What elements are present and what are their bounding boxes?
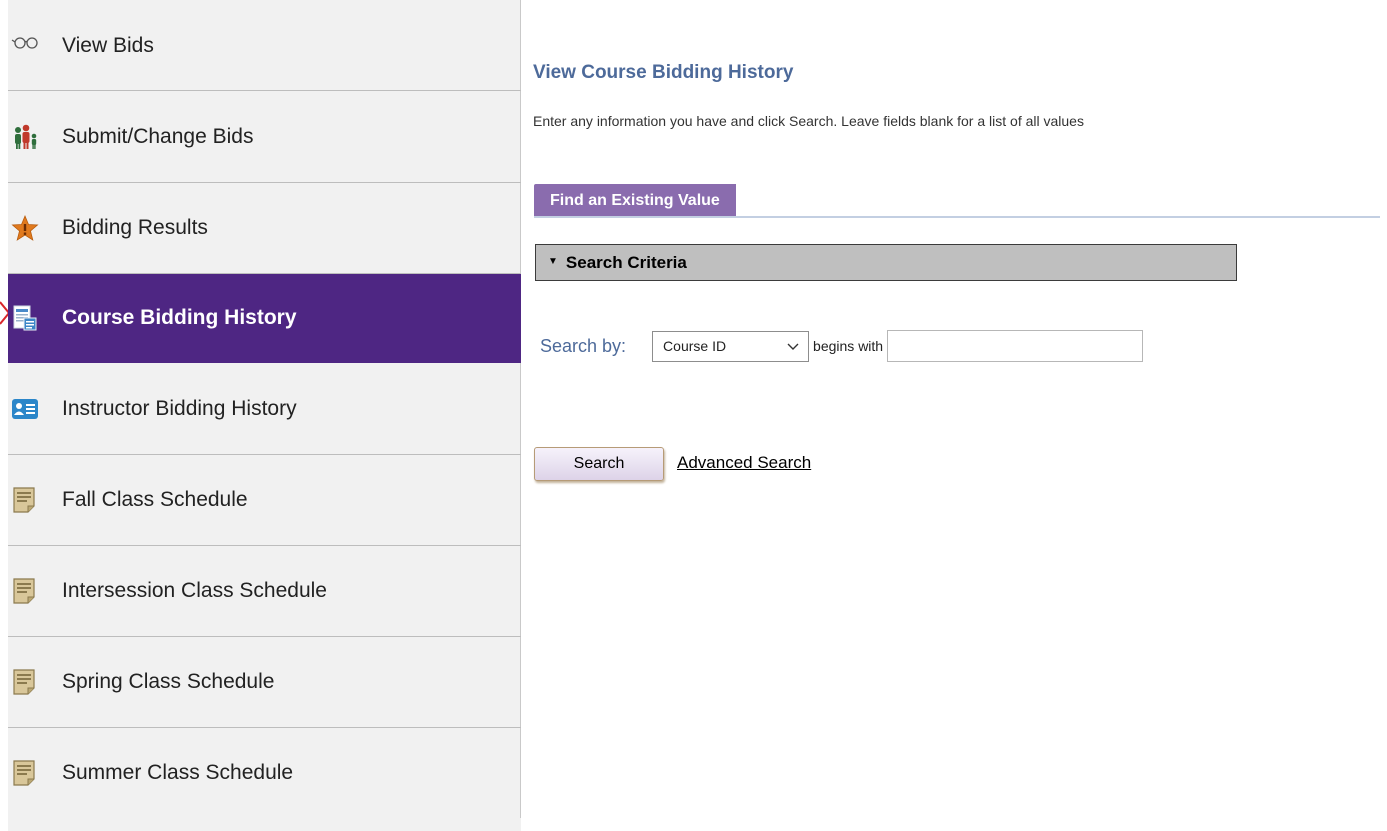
- search-input[interactable]: [887, 330, 1144, 362]
- sidebar-item-label: Summer Class Schedule: [62, 761, 294, 784]
- page: View Bids Submit/Change Bids Bidding Res…: [0, 0, 1387, 831]
- main-content: View Course Bidding History Enter any in…: [522, 0, 1387, 831]
- sidebar-item-label: Submit/Change Bids: [62, 125, 254, 148]
- contact-card-icon: [10, 394, 40, 424]
- chevron-down-icon: [786, 339, 800, 356]
- glasses-icon: [10, 28, 40, 58]
- sidebar-item-fall-class-schedule[interactable]: Fall Class Schedule: [8, 455, 521, 546]
- sidebar-item-summer-class-schedule[interactable]: Summer Class Schedule: [8, 728, 521, 819]
- schedule-icon: [10, 485, 40, 515]
- instructions-text: Enter any information you have and click…: [533, 113, 1084, 129]
- document-icon: [10, 303, 40, 333]
- sidebar-item-label: Intersession Class Schedule: [62, 579, 327, 602]
- sidebar-item-spring-class-schedule[interactable]: Spring Class Schedule: [8, 637, 521, 728]
- schedule-icon: [10, 667, 40, 697]
- sidebar-next-item-partial: [8, 818, 521, 831]
- tab-underline: [534, 216, 1380, 218]
- search-criteria-label: Search Criteria: [565, 252, 687, 272]
- operator-label: begins with: [813, 338, 884, 354]
- sidebar-item-intersession-class-schedule[interactable]: Intersession Class Schedule: [8, 546, 521, 637]
- caret-down-icon: ▼: [548, 256, 558, 267]
- sidebar-item-view-bids[interactable]: View Bids: [8, 0, 521, 91]
- sidebar-item-label: Bidding Results: [62, 216, 208, 239]
- sidebar-item-label: Fall Class Schedule: [62, 488, 248, 511]
- sidebar-item-label: View Bids: [62, 34, 154, 57]
- sidebar-item-label: Instructor Bidding History: [62, 397, 297, 420]
- sidebar-item-label: Course Bidding History: [62, 306, 297, 329]
- search-by-label: Search by:: [540, 335, 627, 356]
- tab-find-existing-value[interactable]: Find an Existing Value: [534, 184, 736, 218]
- sidebar: View Bids Submit/Change Bids Bidding Res…: [8, 0, 521, 831]
- search-button[interactable]: Search: [534, 447, 664, 481]
- schedule-icon: [10, 576, 40, 606]
- advanced-search-link[interactable]: Advanced Search: [677, 453, 811, 473]
- sidebar-item-submit-change-bids[interactable]: Submit/Change Bids: [8, 92, 521, 183]
- sidebar-item-label: Spring Class Schedule: [62, 670, 275, 693]
- sidebar-item-instructor-bidding-history[interactable]: Instructor Bidding History: [8, 364, 521, 455]
- search-row: Search by: Course ID begins with: [540, 330, 1144, 362]
- search-criteria-header[interactable]: ▼ Search Criteria: [535, 244, 1237, 281]
- sidebar-item-bidding-results[interactable]: Bidding Results: [8, 183, 521, 274]
- search-field-selected-value: Course ID: [663, 338, 727, 354]
- sidebar-item-course-bidding-history[interactable]: Course Bidding History: [8, 274, 521, 363]
- people-icon: [10, 122, 40, 152]
- star-icon: [10, 213, 40, 243]
- page-title: View Course Bidding History: [533, 62, 794, 83]
- schedule-icon: [10, 758, 40, 788]
- search-field-select[interactable]: Course ID: [652, 330, 810, 362]
